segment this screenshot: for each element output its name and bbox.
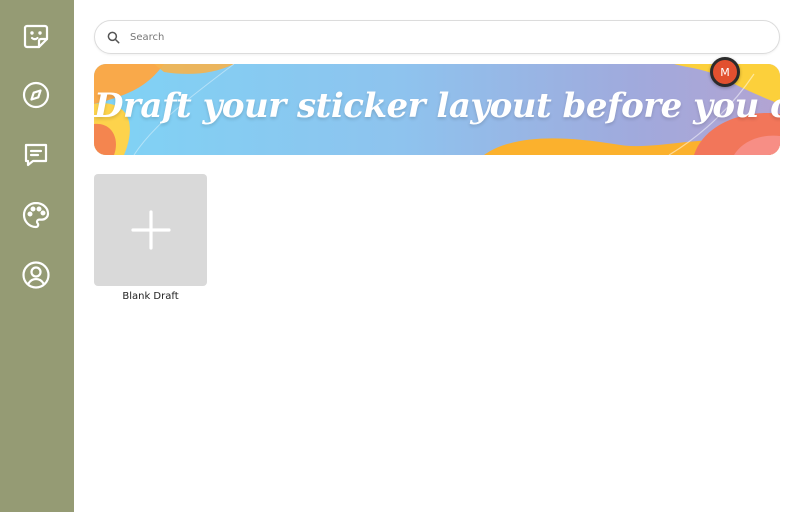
sidebar-item-messages[interactable] [20, 139, 52, 171]
sticker-icon [23, 24, 49, 49]
chat-icon [24, 143, 48, 167]
plus-icon [130, 210, 171, 250]
sidebar [0, 0, 74, 512]
blank-draft-label: Blank Draft [122, 291, 179, 302]
app: Draft your sticker layout before you com… [0, 0, 797, 512]
sidebar-item-explore[interactable] [20, 79, 52, 111]
search-bar[interactable] [94, 20, 780, 54]
main-content: Draft your sticker layout before you com… [74, 0, 797, 512]
search-input[interactable] [130, 31, 730, 43]
blank-draft-card[interactable] [94, 174, 207, 286]
sidebar-item-stickers[interactable] [20, 20, 52, 52]
search-icon [107, 31, 120, 43]
compass-icon [22, 81, 50, 109]
user-icon [22, 261, 50, 289]
avatar[interactable]: M [710, 57, 740, 87]
sidebar-item-palette[interactable] [20, 199, 52, 231]
palette-icon [22, 201, 50, 229]
banner-title: Draft your sticker layout before you com… [94, 86, 780, 126]
promo-banner: Draft your sticker layout before you com… [94, 64, 780, 155]
sidebar-item-profile[interactable] [20, 259, 52, 291]
